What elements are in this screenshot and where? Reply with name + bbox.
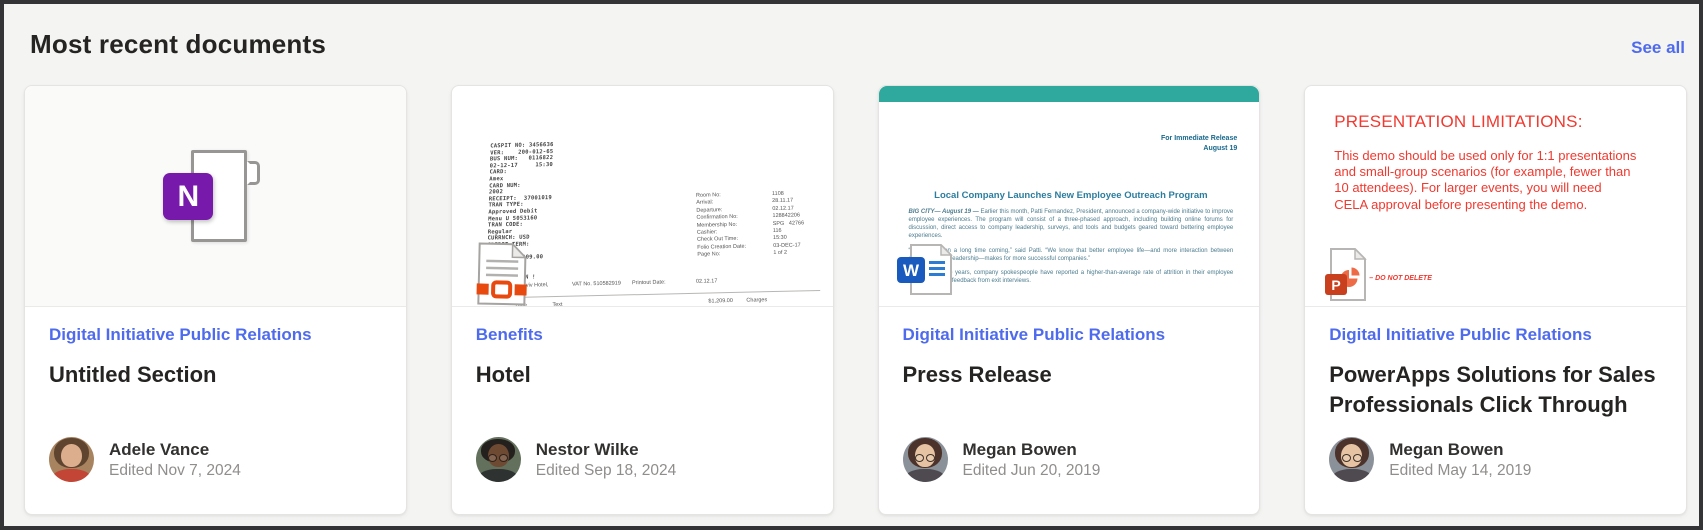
receipt-field-labels: Room No: Arrival: Departure: Confirmatio… — [695, 192, 746, 259]
section-header: Most recent documents See all — [4, 4, 1699, 60]
avatar — [49, 437, 94, 482]
document-preview: For Immediate Release August 19 Local Co… — [878, 86, 1260, 307]
document-preview: CASPIT NO: 3456636 VER: 200-012-65 BUS N… — [451, 86, 833, 307]
powerpoint-icon: P — [1324, 248, 1368, 302]
edited-date: Edited Jun 20, 2019 — [962, 461, 1101, 479]
document-info: Digital Initiative Public Relations Unti… — [25, 307, 406, 390]
author-name: Megan Bowen — [1389, 439, 1504, 459]
onenote-letter: N — [163, 173, 214, 220]
document-title: Untitled Section — [49, 362, 217, 387]
receipt-printout-date: 02.12.17 — [695, 278, 718, 285]
author-name: Megan Bowen — [962, 439, 1077, 459]
breadcrumb-link[interactable]: Digital Initiative Public Relations — [1329, 325, 1592, 345]
document-info: Digital Initiative Public Relations Powe… — [1305, 307, 1686, 420]
svg-text:P: P — [1332, 277, 1341, 293]
press-release-headline: Local Company Launches New Employee Outr… — [934, 190, 1208, 201]
document-card-press-release[interactable]: For Immediate Release August 19 Local Co… — [877, 85, 1261, 515]
document-card-untitled-section[interactable]: N Digital Initiative Public Relations Un… — [24, 85, 407, 515]
press-dateline: BIG CITY— August 19 — — [908, 209, 979, 215]
recent-documents-panel: { "theme": { "colors": { "link_blue": "#… — [0, 0, 1703, 530]
author-name: Nestor Wilke — [535, 439, 639, 459]
document-title: Hotel — [475, 362, 531, 387]
receipt-vat: VAT No. 510582919 — [571, 280, 621, 288]
svg-text:W: W — [902, 261, 919, 280]
author-row: Adele Vance Edited Nov 7, 2024 — [49, 437, 241, 482]
press-release-note: For Immediate Release August 19 — [1160, 135, 1238, 152]
document-preview: PRESENTATION LIMITATIONS: This demo shou… — [1305, 86, 1686, 307]
press-paragraph: “This has been a long time coming,” said… — [908, 247, 1234, 262]
receipt-currency: USD — [749, 306, 761, 307]
author-row: Megan Bowen Edited May 14, 2019 — [1329, 437, 1531, 482]
breadcrumb-link[interactable]: Digital Initiative Public Relations — [49, 325, 312, 345]
receipt-amount: $1,209.00 — [708, 297, 733, 305]
page-title: Most recent documents — [30, 29, 327, 59]
receipt-printout-label: Printout Date: — [631, 279, 666, 287]
document-title: Press Release — [902, 362, 1052, 387]
document-title: PowerApps Solutions for Sales Profession… — [1329, 362, 1656, 417]
document-info: Digital Initiative Public Relations Pres… — [879, 307, 1260, 390]
slide-body-text: This demo should be used only for 1:1 pr… — [1334, 148, 1637, 212]
receipt-divider — [488, 289, 820, 299]
document-card-hotel[interactable]: CASPIT NO: 3456636 VER: 200-012-65 BUS N… — [450, 85, 834, 515]
document-info: Benefits Hotel — [452, 307, 833, 390]
receipt-col-text: Text — [552, 301, 563, 307]
see-all-link[interactable]: See all — [1631, 38, 1685, 58]
press-paragraph: In the last three years, company spokesp… — [908, 270, 1234, 285]
word-icon: W — [895, 244, 953, 296]
image-file-icon — [475, 241, 528, 306]
do-not-delete-note: – DO NOT DELETE — [1369, 274, 1432, 282]
slide-heading: PRESENTATION LIMITATIONS: — [1334, 112, 1583, 131]
press-paragraph: BIG CITY— August 19 — Earlier this month… — [908, 209, 1234, 239]
avatar — [1329, 437, 1375, 482]
author-name: Adele Vance — [109, 439, 210, 459]
author-row: Megan Bowen Edited Jun 20, 2019 — [902, 437, 1101, 482]
receipt-field-values: 1108 28.11.17 02.12.17 128842206 SPG 427… — [771, 190, 804, 257]
press-release-header-bar — [878, 86, 1260, 102]
edited-date: Edited Nov 7, 2024 — [109, 461, 241, 479]
document-preview: N — [25, 86, 406, 307]
document-card-powerapps[interactable]: PRESENTATION LIMITATIONS: This demo shou… — [1304, 85, 1687, 515]
edited-date: Edited May 14, 2019 — [1389, 461, 1532, 479]
document-card-list: N Digital Initiative Public Relations Un… — [4, 85, 1699, 515]
receipt-charges: Charges — [746, 297, 768, 304]
onenote-icon: N — [163, 147, 267, 245]
glasses — [488, 453, 509, 462]
glasses — [915, 453, 935, 462]
avatar — [475, 437, 521, 482]
glasses — [1341, 453, 1362, 462]
avatar — [902, 437, 948, 482]
edited-date: Edited Sep 18, 2024 — [535, 461, 677, 479]
press-release-body: Local Company Launches New Employee Outr… — [909, 190, 1234, 286]
onenote-notebook-tab — [247, 161, 261, 185]
breadcrumb-link[interactable]: Benefits — [476, 325, 543, 345]
breadcrumb-link[interactable]: Digital Initiative Public Relations — [903, 325, 1166, 345]
author-row: Nestor Wilke Edited Sep 18, 2024 — [475, 437, 677, 482]
slide-footer: P – DO NOT DELETE — [1324, 248, 1432, 302]
